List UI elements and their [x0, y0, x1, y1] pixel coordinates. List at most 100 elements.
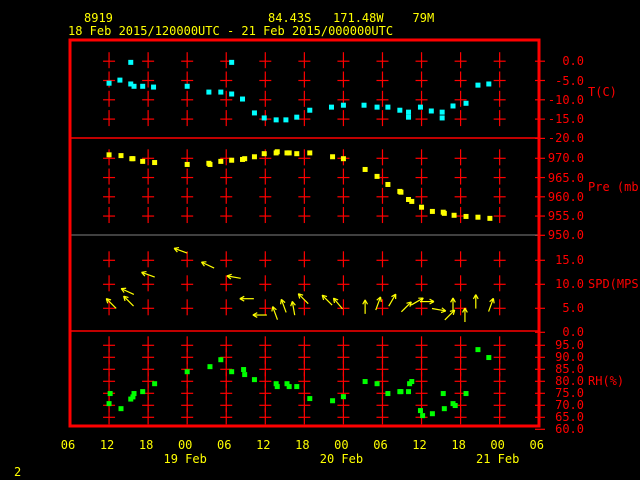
data-point	[131, 391, 137, 397]
y-tick-label: -5.0	[555, 73, 584, 88]
data-point	[152, 160, 158, 166]
data-point	[330, 154, 336, 160]
wind-arrow-shaft	[321, 294, 333, 306]
data-point	[417, 104, 423, 110]
wind-arrow-shaft	[105, 298, 117, 309]
wind-arrow	[400, 301, 412, 313]
y-tick-label: 970.0	[547, 151, 584, 166]
data-point	[242, 372, 248, 378]
wind-arrow-head	[271, 306, 274, 312]
data-point	[452, 403, 458, 409]
data-point	[242, 156, 248, 162]
y-tick-label: 0.0	[562, 325, 584, 340]
date-label: 20 Feb	[319, 452, 364, 466]
data-point	[409, 198, 415, 204]
data-point	[274, 149, 280, 155]
data-point	[286, 150, 292, 156]
wind-arrow	[239, 295, 254, 302]
data-point	[409, 379, 415, 385]
y-axis-label: SPD(MPS)	[588, 277, 640, 291]
data-point	[118, 153, 124, 159]
data-point	[152, 381, 158, 387]
meteogram	[68, 38, 545, 430]
wind-arrow-head	[492, 298, 495, 304]
data-point	[117, 77, 123, 83]
wind-arrow	[280, 298, 287, 313]
data-point	[307, 150, 313, 156]
data-point	[140, 158, 146, 164]
data-point	[463, 213, 469, 219]
wind-arrow	[271, 306, 279, 320]
data-point	[207, 364, 213, 370]
data-point	[283, 117, 289, 123]
data-point	[229, 59, 235, 65]
wind-arrow	[472, 294, 479, 309]
y-tick-label: -20.0	[547, 131, 584, 146]
wind-arrow	[431, 307, 447, 314]
data-point	[463, 100, 469, 106]
data-point	[429, 208, 435, 214]
data-point	[106, 80, 112, 86]
wind-arrow	[226, 273, 241, 280]
data-point	[229, 369, 235, 375]
data-point	[294, 114, 300, 120]
data-point	[229, 91, 235, 97]
data-point	[362, 166, 368, 172]
data-point	[451, 212, 457, 218]
wind-arrow	[297, 293, 309, 305]
y-tick-label: 15.0	[555, 253, 584, 268]
data-point	[406, 114, 412, 120]
data-point	[261, 115, 267, 121]
data-point	[330, 398, 336, 404]
data-point	[385, 391, 391, 397]
data-point	[361, 102, 367, 108]
data-point	[218, 357, 224, 363]
data-point	[406, 109, 412, 115]
hour-label: 06	[529, 438, 544, 452]
y-tick-label: 950.0	[547, 228, 584, 243]
data-point	[294, 384, 300, 390]
data-point	[128, 59, 134, 65]
data-point	[328, 104, 334, 110]
data-point	[441, 210, 447, 216]
y-axis-label: T(C)	[588, 85, 617, 99]
data-point	[184, 161, 190, 167]
wind-arrow	[321, 294, 333, 306]
data-point	[184, 369, 190, 375]
date-label: 21 Feb	[475, 452, 520, 466]
wind-arrow	[488, 297, 495, 312]
data-point	[274, 384, 280, 390]
data-point	[218, 158, 224, 164]
y-tick-label: 0.0	[562, 54, 584, 69]
wind-arrow-shaft	[297, 293, 309, 305]
data-point	[307, 396, 313, 402]
data-point	[130, 156, 136, 162]
data-point	[475, 82, 481, 88]
y-tick-label: 60.0	[555, 422, 584, 437]
y-tick-label: 5.0	[562, 301, 584, 316]
data-point	[184, 83, 190, 89]
data-point	[406, 389, 412, 395]
data-point	[218, 89, 224, 95]
wind-arrow	[120, 287, 135, 296]
data-point	[251, 377, 257, 383]
data-point	[397, 107, 403, 113]
wind-arrow-head	[379, 296, 382, 302]
data-point	[417, 408, 423, 414]
wind-arrow-head	[290, 301, 293, 307]
wind-arrow	[200, 261, 215, 269]
data-point	[486, 81, 492, 87]
wind-arrow-shaft	[123, 295, 134, 307]
date-label: 19 Feb	[163, 452, 207, 466]
y-tick-label: -15.0	[547, 112, 584, 127]
data-point	[229, 157, 235, 163]
data-point	[273, 117, 279, 123]
wind-arrow	[105, 297, 117, 309]
y-tick-label: 10.0	[555, 277, 584, 292]
data-point	[140, 83, 146, 89]
wind-arrow-head	[226, 273, 232, 277]
data-point	[106, 152, 112, 158]
data-point	[251, 110, 257, 116]
data-point	[261, 151, 267, 157]
wind-arrow-head	[440, 310, 446, 314]
